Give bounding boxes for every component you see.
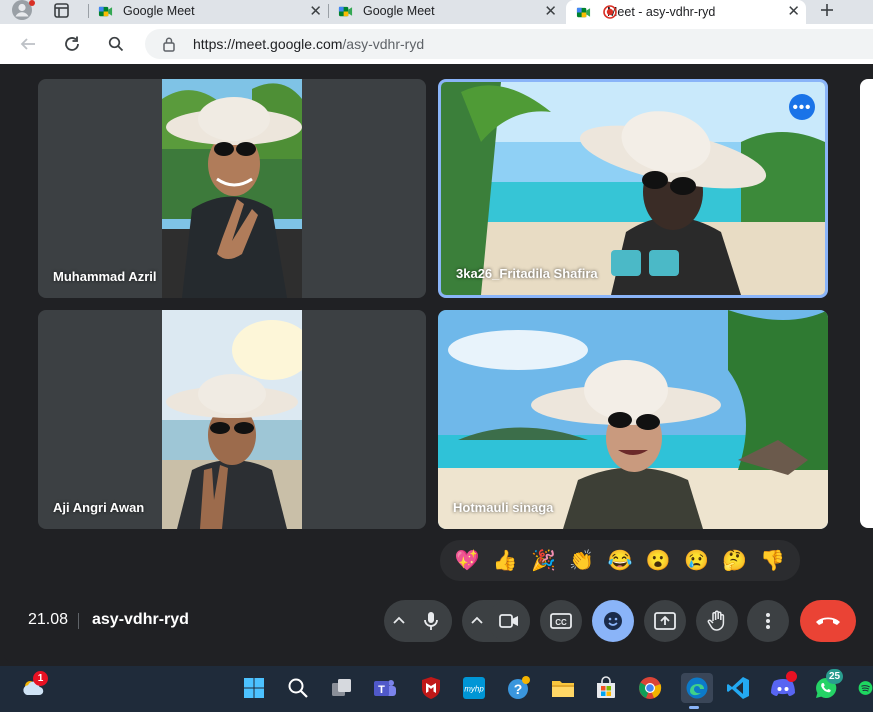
more-vert-icon — [766, 613, 770, 629]
profile-avatar-icon[interactable] — [10, 0, 35, 20]
present-screen-icon — [654, 612, 676, 630]
tab-title: Google Meet — [123, 4, 195, 18]
participant-tile[interactable]: Muhammad Azril — [38, 79, 426, 298]
whatsapp-icon[interactable]: 25 — [813, 669, 844, 701]
svg-text:myhp: myhp — [464, 685, 484, 694]
participant-name: Aji Angri Awan — [53, 500, 145, 515]
audio-settings-chevron-icon[interactable] — [392, 613, 406, 627]
reaction-clapping[interactable]: 👏 — [567, 548, 597, 573]
discord-badge — [786, 671, 797, 682]
tab-google-meet-1[interactable]: Google Meet ✕ — [98, 0, 328, 22]
discord-icon[interactable] — [770, 671, 797, 701]
address-bar[interactable]: https://meet.google.com/asy-vdhr-ryd — [145, 29, 873, 59]
microphone-button[interactable] — [410, 600, 452, 642]
divider — [78, 613, 79, 629]
tips-icon[interactable]: ? — [506, 675, 532, 701]
google-meet-favicon-icon — [338, 6, 353, 16]
participant-tile[interactable]: Hotmauli sinaga — [438, 310, 828, 529]
tab-search-icon[interactable] — [50, 0, 72, 20]
tab-title: Meet - asy-vdhr-ryd — [607, 5, 716, 19]
close-tab-icon[interactable]: ✕ — [544, 2, 557, 20]
participant-name: Muhammad Azril — [53, 269, 157, 284]
back-arrow-icon[interactable] — [16, 32, 40, 56]
participant-video — [162, 79, 302, 298]
tab-title: Google Meet — [363, 4, 435, 18]
browser-toolbar: https://meet.google.com/asy-vdhr-ryd — [0, 24, 873, 64]
reaction-sparkling-heart[interactable]: 💖 — [452, 548, 482, 573]
reaction-surprised[interactable]: 😮 — [643, 548, 673, 573]
smiley-icon — [604, 612, 622, 630]
reaction-tears-of-joy[interactable]: 😂 — [605, 548, 635, 573]
present-screen-button[interactable] — [644, 600, 686, 642]
reaction-thumbs-down[interactable]: 👎 — [758, 548, 788, 573]
participant-video — [162, 310, 302, 529]
microphone-icon — [424, 612, 438, 630]
participant-tile[interactable]: Aji Angri Awan — [38, 310, 426, 529]
mcafee-icon[interactable] — [418, 675, 444, 701]
leave-call-button[interactable] — [800, 600, 856, 642]
weather-badge: 1 — [33, 671, 48, 686]
whatsapp-badge: 25 — [826, 669, 844, 684]
windows-taskbar: 1 T myhp ? 25 — [0, 666, 873, 712]
windows-start-icon[interactable] — [241, 675, 267, 701]
spotify-icon[interactable] — [858, 675, 873, 701]
meeting-code: asy-vdhr-ryd — [92, 611, 189, 628]
close-tab-icon[interactable]: ✕ — [309, 2, 322, 20]
google-meet-favicon-icon — [98, 6, 113, 16]
close-tab-icon[interactable]: ✕ — [787, 2, 800, 20]
chrome-icon[interactable] — [637, 675, 663, 701]
svg-text:T: T — [378, 684, 385, 696]
raise-hand-icon — [707, 610, 725, 631]
tab-google-meet-2[interactable]: Google Meet ✕ — [338, 0, 563, 22]
captions-icon: CC — [550, 613, 572, 629]
video-camera-icon — [499, 614, 518, 628]
tab-meet-active[interactable]: Meet - asy-vdhr-ryd ✕ — [566, 0, 806, 24]
microsoft-store-icon[interactable] — [593, 675, 619, 701]
reaction-thumbs-up[interactable]: 👍 — [490, 548, 520, 573]
reaction-thinking[interactable]: 🤔 — [720, 548, 750, 573]
search-icon[interactable] — [104, 32, 128, 56]
participant-name: 3ka26_Fritadila Shafira — [456, 266, 598, 281]
edge-icon[interactable] — [681, 673, 713, 709]
side-panel-edge — [860, 79, 873, 528]
participant-video — [441, 82, 825, 295]
task-view-icon[interactable] — [329, 675, 355, 701]
taskbar-search-icon[interactable] — [285, 675, 311, 701]
tab-strip: Google Meet ✕ Google Meet ✕ Meet - asy-v… — [0, 0, 873, 24]
camera-button[interactable] — [488, 600, 530, 642]
lock-icon[interactable] — [162, 36, 176, 52]
svg-text:CC: CC — [555, 618, 567, 627]
recording-dot-icon — [603, 5, 617, 19]
more-options-button[interactable] — [747, 600, 789, 642]
file-explorer-icon[interactable] — [550, 675, 576, 701]
reaction-party-popper[interactable]: 🎉 — [529, 548, 559, 573]
vscode-icon[interactable] — [725, 675, 751, 701]
url-text: https://meet.google.com/asy-vdhr-ryd — [193, 36, 425, 52]
teams-icon[interactable]: T — [372, 675, 398, 701]
reaction-crying[interactable]: 😢 — [681, 548, 711, 573]
plus-icon[interactable] — [816, 0, 838, 20]
google-meet-favicon-icon — [576, 7, 591, 17]
meeting-time: 21.08 — [28, 611, 69, 628]
weather-icon[interactable]: 1 — [20, 671, 48, 701]
captions-button[interactable]: CC — [540, 600, 582, 642]
video-settings-chevron-icon[interactable] — [470, 613, 484, 627]
myhp-icon[interactable]: myhp — [461, 675, 487, 701]
participant-tile-speaking[interactable]: ••• 3ka26_Fritadila Shafira — [438, 79, 828, 298]
reactions-bar: 💖 👍 🎉 👏 😂 😮 😢 🤔 👎 — [440, 540, 800, 581]
participant-name: Hotmauli sinaga — [453, 500, 554, 515]
phone-hangup-icon — [816, 617, 840, 625]
more-options-icon[interactable]: ••• — [789, 94, 815, 120]
svg-text:?: ? — [514, 681, 523, 697]
raise-hand-button[interactable] — [696, 600, 738, 642]
reload-icon[interactable] — [60, 32, 84, 56]
reactions-button[interactable] — [592, 600, 634, 642]
participant-video — [438, 310, 828, 529]
